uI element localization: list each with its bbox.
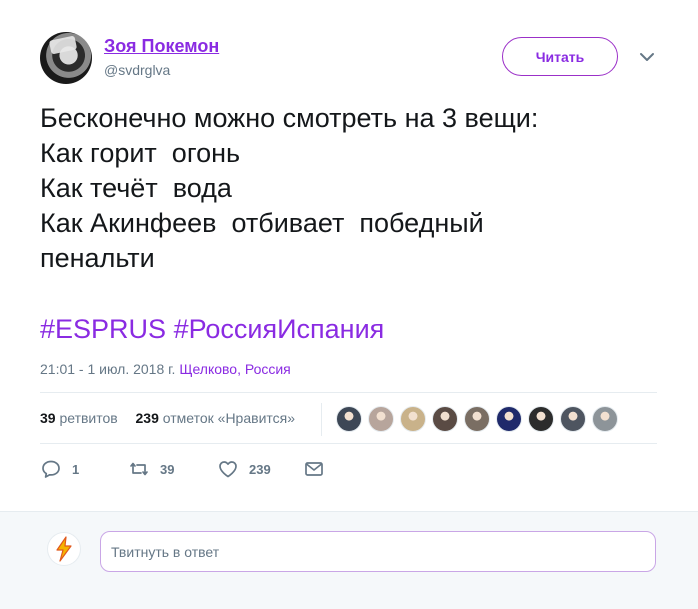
reply-icon xyxy=(42,460,60,478)
author-handle: @svdrglva xyxy=(104,62,171,78)
direct-message-button[interactable] xyxy=(303,458,325,480)
reply-button[interactable]: 1 xyxy=(40,458,128,480)
avatar-icon[interactable] xyxy=(592,406,618,432)
tweet-card: Зоя Покемон @svdrglva Читать Бесконечно … xyxy=(0,0,698,511)
lightning-icon xyxy=(56,536,72,562)
likes-count: 239 xyxy=(135,410,159,426)
likers-avatars xyxy=(336,406,618,432)
like-count: 239 xyxy=(249,461,271,477)
divider xyxy=(40,443,657,444)
retweet-count: 39 xyxy=(160,461,175,477)
tweet-location[interactable]: Щелково, Россия xyxy=(179,361,290,377)
chevron-down-icon[interactable] xyxy=(638,48,656,66)
reply-area xyxy=(0,511,698,609)
reply-input[interactable] xyxy=(100,531,656,572)
avatar-icon[interactable] xyxy=(496,406,522,432)
avatar-icon[interactable] xyxy=(336,406,362,432)
retweet-icon xyxy=(130,462,148,476)
hashtag-link[interactable]: #ESPRUS xyxy=(40,314,166,344)
avatar-icon[interactable] xyxy=(464,406,490,432)
retweet-button[interactable]: 39 xyxy=(128,458,217,480)
avatar-icon[interactable] xyxy=(368,406,394,432)
tweet-actions: 1 39 239 xyxy=(40,458,325,480)
likes-label: отметок «Нравится» xyxy=(162,410,296,426)
tweet-text: Бесконечно можно смотреть на 3 вещи: Как… xyxy=(40,103,539,273)
divider xyxy=(40,392,657,393)
follow-button[interactable]: Читать xyxy=(502,37,618,76)
hashtag-link[interactable]: #РоссияИспания xyxy=(174,314,385,344)
tweet-meta: 21:01 - 1 июл. 2018 г. Щелково, Россия xyxy=(40,361,291,377)
tweet-stats: 39 ретвитов 239 отметок «Нравится» xyxy=(40,410,295,426)
avatar-icon[interactable] xyxy=(528,406,554,432)
retweets-label: ретвитов xyxy=(59,410,118,426)
avatar-icon[interactable] xyxy=(400,406,426,432)
likes-stat[interactable]: 239 отметок «Нравится» xyxy=(136,410,296,426)
avatar-icon[interactable] xyxy=(432,406,458,432)
author-name[interactable]: Зоя Покемон xyxy=(104,36,219,57)
author-avatar[interactable] xyxy=(40,32,92,84)
user-avatar xyxy=(47,532,81,566)
stats-divider xyxy=(321,403,322,436)
heart-icon xyxy=(219,461,237,478)
reply-count: 1 xyxy=(72,461,80,477)
tweet-time[interactable]: 21:01 - 1 июл. 2018 г. xyxy=(40,361,175,377)
tweet-hashtags: #ESPRUS #РоссияИспания xyxy=(40,312,384,347)
envelope-icon xyxy=(305,462,323,476)
avatar-icon[interactable] xyxy=(560,406,586,432)
like-button[interactable]: 239 xyxy=(217,458,303,480)
retweets-count: 39 xyxy=(40,410,56,426)
retweets-stat[interactable]: 39 ретвитов xyxy=(40,410,122,426)
